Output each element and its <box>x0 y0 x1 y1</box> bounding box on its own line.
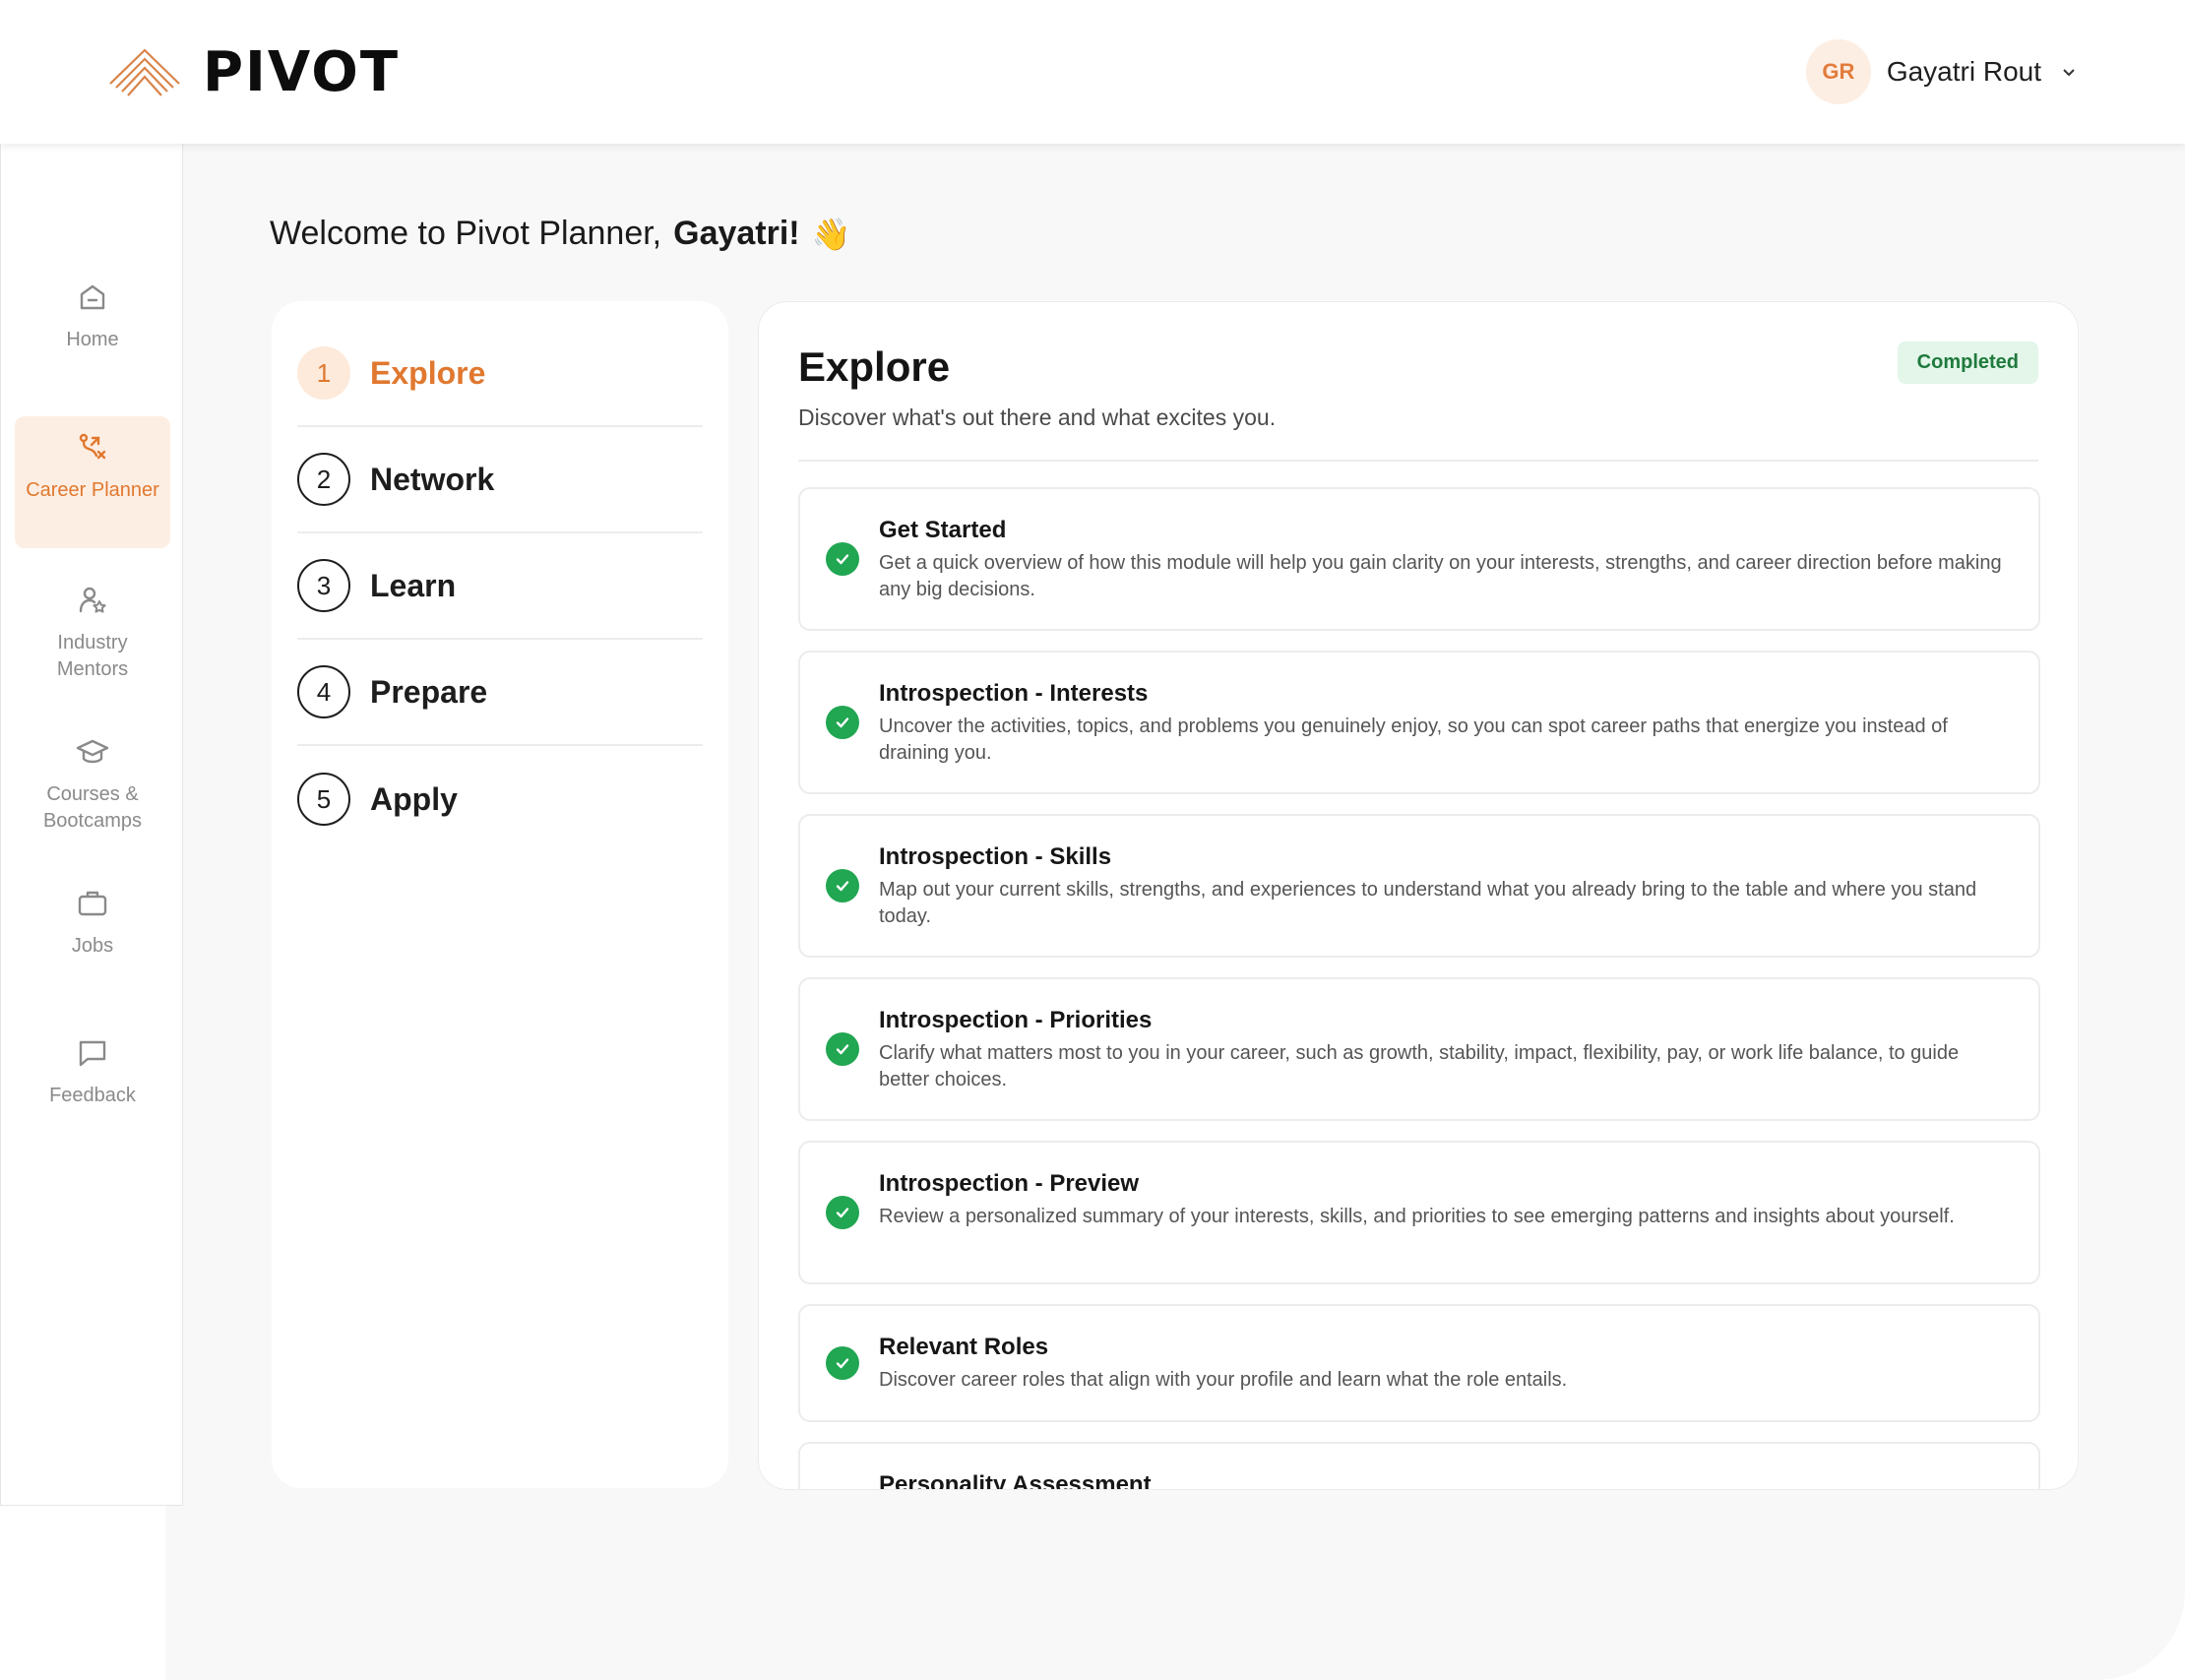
module-card[interactable]: Introspection - Preview Review a persona… <box>798 1141 2040 1284</box>
step-number: 5 <box>297 773 350 826</box>
chevron-down-icon <box>2063 69 2075 77</box>
module-title: Introspection - Priorities <box>879 1007 1153 1033</box>
module-description: Uncover the activities, topics, and prob… <box>879 716 1948 764</box>
module-title: Relevant Roles <box>879 1334 1049 1360</box>
sidebar: Home Career Planner Industry Mentors Cou… <box>0 144 183 1506</box>
top-header: PIVOT GR Gayatri Rout <box>0 0 2185 144</box>
module-card[interactable]: Introspection - Priorities Clarify what … <box>798 977 2040 1121</box>
divider <box>798 460 2038 462</box>
pivot-logo-icon <box>109 48 180 96</box>
sidebar-item-label: Jobs <box>71 935 114 957</box>
step-label: Learn <box>370 567 457 603</box>
step-label: Prepare <box>370 673 488 710</box>
module-title: Personality Assessment <box>879 1471 1152 1490</box>
sidebar-item-courses[interactable]: Courses & Bootcamps <box>15 720 170 848</box>
module-title: Introspection - Interests <box>879 680 1149 707</box>
avatar: GR <box>1805 39 1871 104</box>
module-card[interactable]: Get Started Get a quick overview of how … <box>798 487 2040 631</box>
waving-hand-icon: 👋 <box>811 216 851 252</box>
module-title: Get Started <box>879 517 1007 543</box>
step-network[interactable]: 2 Network <box>297 427 703 533</box>
user-menu[interactable]: GR Gayatri Rout <box>1805 39 2077 104</box>
sidebar-item-jobs[interactable]: Jobs <box>15 872 170 973</box>
check-circle-icon <box>826 1196 859 1229</box>
sidebar-item-label: Feedback <box>49 1085 136 1106</box>
module-description: Get a quick overview of how this module … <box>879 552 2002 600</box>
module-card[interactable]: Introspection - Skills Map out your curr… <box>798 814 2040 958</box>
graduation-cap-icon <box>76 739 109 764</box>
step-number: 1 <box>297 346 350 400</box>
sidebar-item-label: Home <box>66 329 119 350</box>
step-apply[interactable]: 5 Apply <box>297 746 703 852</box>
module-title: Introspection - Preview <box>879 1170 1140 1197</box>
mentor-icon <box>79 587 106 613</box>
sidebar-item-label: Career Planner <box>26 479 159 501</box>
step-number: 3 <box>297 559 350 612</box>
step-explore[interactable]: 1 Explore <box>297 321 703 427</box>
brand[interactable]: PIVOT <box>108 40 400 104</box>
sidebar-item-career-planner[interactable]: Career Planner <box>15 416 170 548</box>
module-description: Review a personalized summary of your in… <box>879 1206 1955 1227</box>
check-circle-icon <box>826 869 859 902</box>
sidebar-item-home[interactable]: Home <box>15 266 170 367</box>
welcome-prefix: Welcome to Pivot Planner, <box>270 215 662 252</box>
module-list: Get Started Get a quick overview of how … <box>798 487 2040 1490</box>
sidebar-item-label: Industry Mentors <box>56 632 129 680</box>
step-label: Network <box>370 461 495 497</box>
module-title: Introspection - Skills <box>879 843 1112 870</box>
step-learn[interactable]: 3 Learn <box>297 533 703 640</box>
check-circle-icon <box>826 542 859 576</box>
sidebar-item-feedback[interactable]: Feedback <box>15 1022 170 1123</box>
explore-detail-panel: Explore Discover what's out there and wh… <box>758 301 2079 1490</box>
module-card[interactable]: Introspection - Interests Uncover the ac… <box>798 651 2040 794</box>
section-subtitle: Discover what's out there and what excit… <box>798 404 1277 430</box>
sidebar-item-industry-mentors[interactable]: Industry Mentors <box>15 569 170 697</box>
module-description: Clarify what matters most to you in your… <box>879 1042 1960 1090</box>
section-title: Explore <box>798 343 951 390</box>
step-label: Explore <box>370 354 486 391</box>
step-number: 4 <box>297 665 350 718</box>
check-circle-icon <box>826 1346 859 1380</box>
steps-panel: 1 Explore 2 Network 3 Learn 4 Prepare 5 … <box>272 301 728 1488</box>
module-description: Discover career roles that align with yo… <box>879 1369 1568 1391</box>
module-card[interactable]: Personality Assessment <box>798 1442 2040 1490</box>
briefcase-icon <box>78 891 107 916</box>
welcome-heading: Welcome to Pivot Planner, Gayatri! 👋 <box>270 215 850 253</box>
check-circle-icon <box>826 706 859 739</box>
welcome-user-name: Gayatri! <box>673 215 800 252</box>
sidebar-item-label: Courses & Bootcamps <box>42 783 143 832</box>
home-icon <box>80 284 105 310</box>
step-label: Apply <box>370 780 458 817</box>
step-prepare[interactable]: 4 Prepare <box>297 640 703 746</box>
check-circle-icon <box>826 1032 859 1066</box>
route-icon <box>79 433 106 460</box>
step-number: 2 <box>297 453 350 506</box>
brand-name: PIVOT <box>203 39 401 104</box>
message-icon <box>79 1040 106 1067</box>
module-description: Map out your current skills, strengths, … <box>879 879 1977 927</box>
status-badge: Completed <box>1897 342 2038 384</box>
module-card[interactable]: Relevant Roles Discover career roles tha… <box>798 1304 2040 1422</box>
user-name: Gayatri Rout <box>1886 56 2041 87</box>
